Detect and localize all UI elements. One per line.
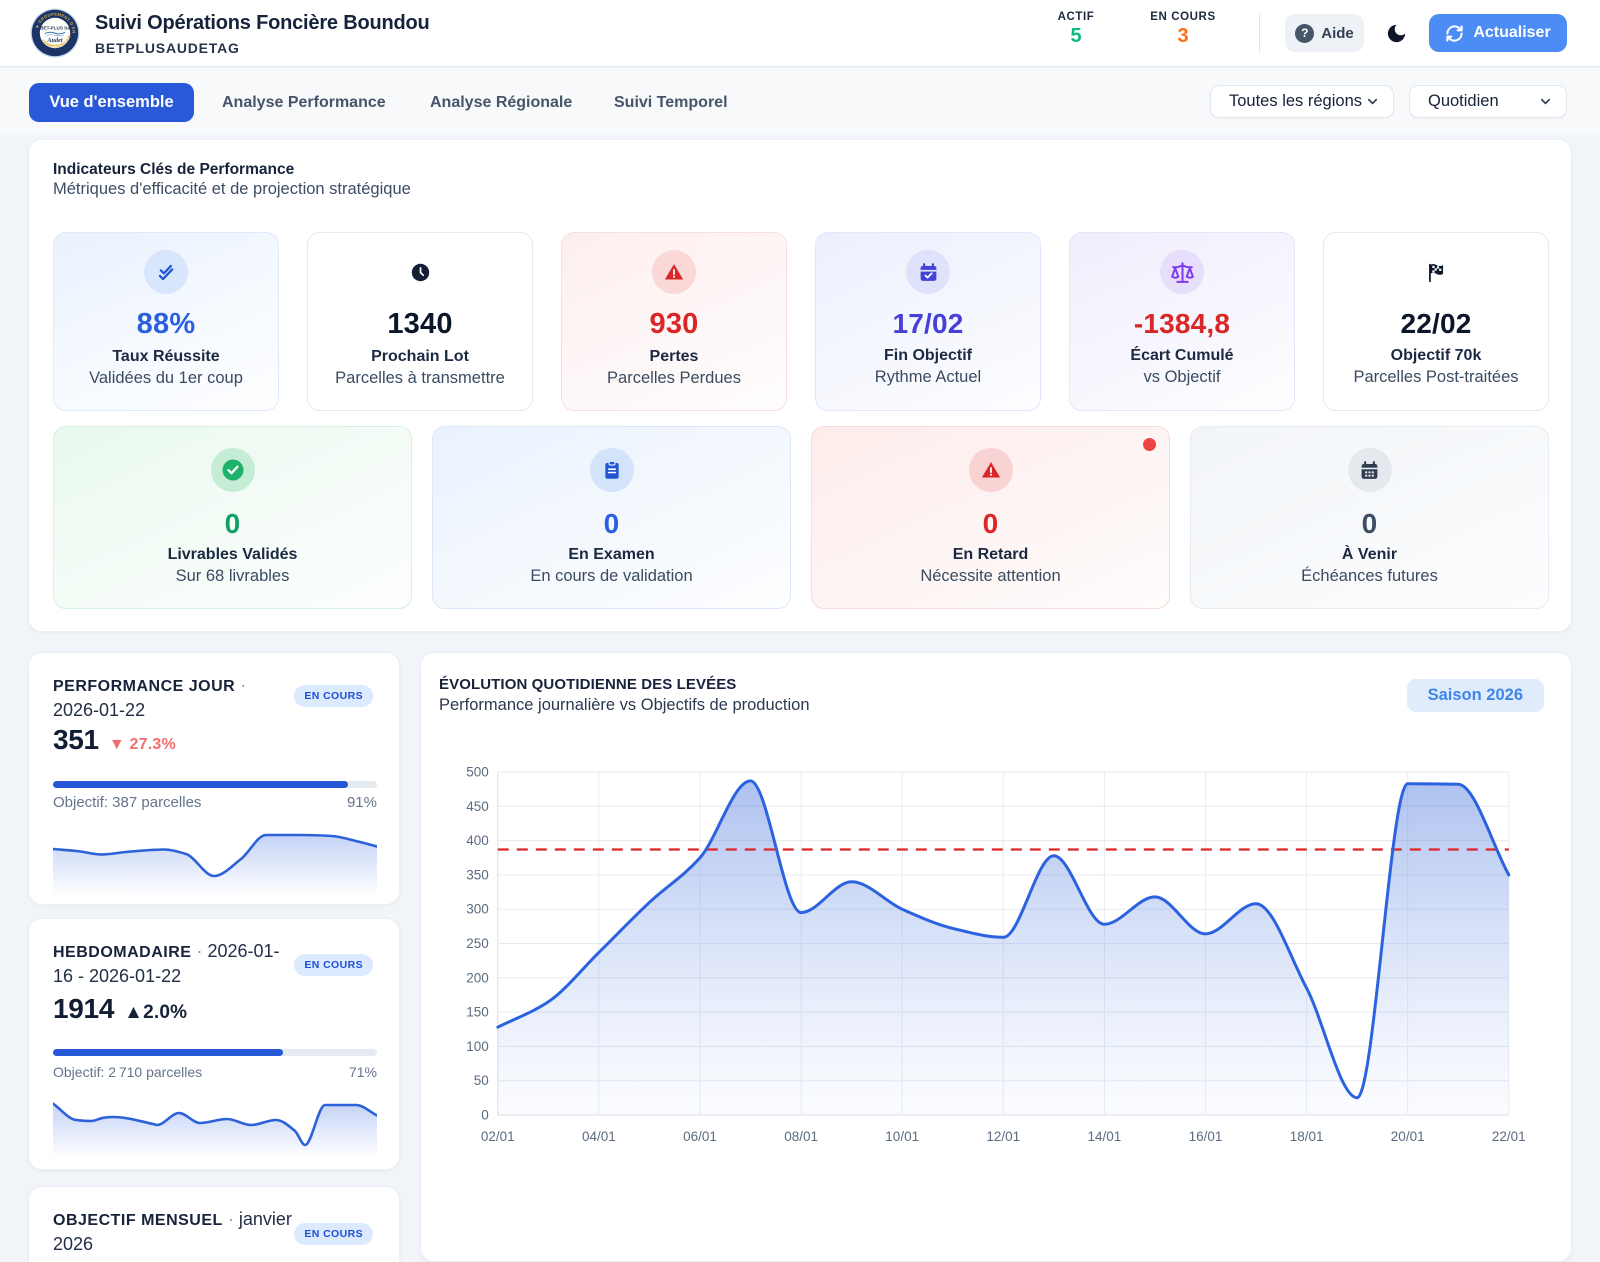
svg-text:06/01: 06/01 [683, 1129, 717, 1144]
svg-text:20/01: 20/01 [1391, 1129, 1425, 1144]
svg-text:10/01: 10/01 [885, 1129, 919, 1144]
svg-text:08/01: 08/01 [784, 1129, 818, 1144]
svg-text:150: 150 [466, 1005, 489, 1020]
svg-text:Audet: Audet [46, 37, 62, 44]
svg-text:04/01: 04/01 [582, 1129, 616, 1144]
svg-text:50: 50 [474, 1073, 489, 1088]
svg-text:250: 250 [466, 936, 489, 951]
svg-text:22/01: 22/01 [1492, 1129, 1526, 1144]
svg-text:500: 500 [466, 765, 489, 780]
svg-text:300: 300 [466, 902, 489, 917]
svg-text:12/01: 12/01 [986, 1129, 1020, 1144]
svg-text:350: 350 [466, 867, 489, 882]
svg-text:16/01: 16/01 [1189, 1129, 1223, 1144]
svg-text:18/01: 18/01 [1290, 1129, 1324, 1144]
svg-text:14/01: 14/01 [1088, 1129, 1122, 1144]
svg-text:02/01: 02/01 [481, 1129, 515, 1144]
svg-text:450: 450 [466, 799, 489, 814]
svg-text:BET-PLUS Sa: BET-PLUS Sa [40, 26, 70, 31]
svg-text:0: 0 [481, 1108, 489, 1123]
svg-text:100: 100 [466, 1039, 489, 1054]
svg-text:400: 400 [466, 833, 489, 848]
svg-text:200: 200 [466, 970, 489, 985]
